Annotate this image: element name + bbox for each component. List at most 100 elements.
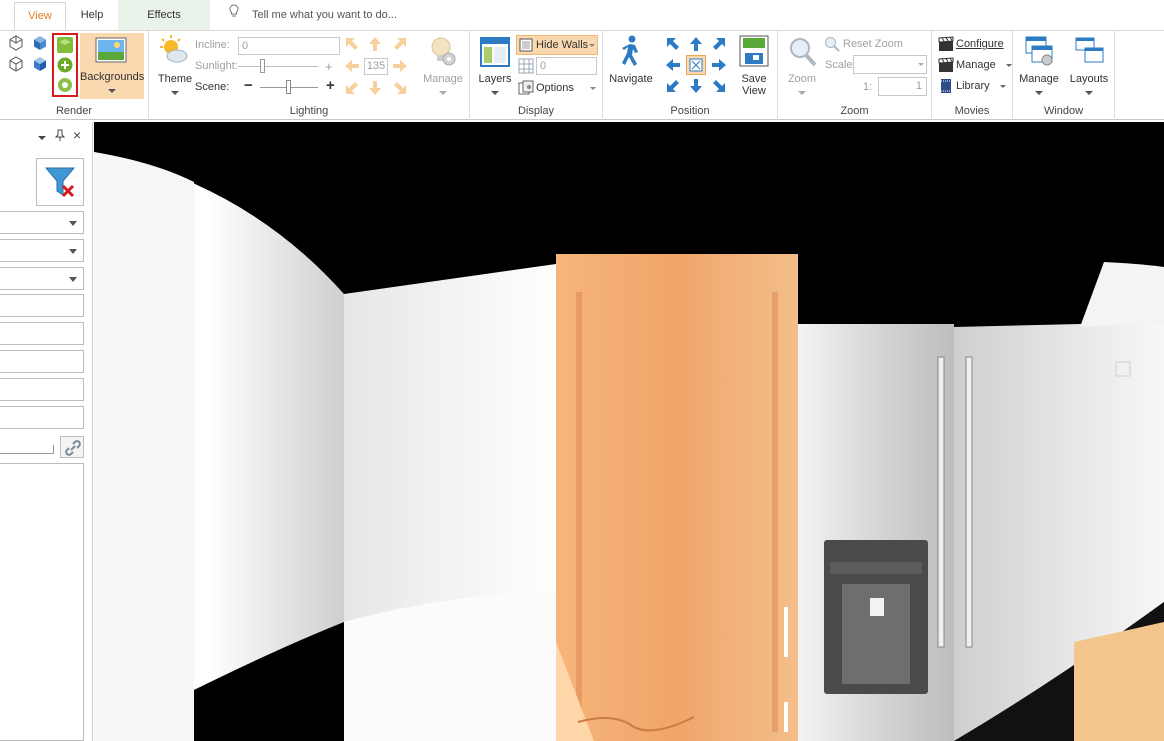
group-label-movies: Movies	[954, 105, 990, 117]
chevron-down-icon	[1085, 91, 1093, 95]
zoom-button[interactable]: Zoom	[782, 33, 822, 99]
arrow-up-icon[interactable]	[367, 36, 383, 55]
sunlight-slider-thumb[interactable]	[260, 59, 265, 73]
colored-cube-icon[interactable]	[32, 56, 48, 75]
arrow-southeast-icon[interactable]	[392, 80, 408, 99]
walking-person-icon	[619, 35, 645, 72]
group-label-display: Display	[517, 105, 555, 117]
pan-left-icon[interactable]	[665, 57, 681, 76]
arrow-right-icon[interactable]	[392, 58, 408, 77]
theme-button[interactable]: Theme	[153, 33, 193, 99]
backgrounds-button[interactable]: Backgrounds	[80, 33, 144, 99]
panel-field-4[interactable]	[0, 378, 84, 401]
pan-up-icon[interactable]	[688, 36, 704, 55]
scale-select[interactable]	[853, 55, 927, 74]
sunlight-label: Sunlight:	[195, 60, 238, 72]
ratio-input[interactable]: 1	[878, 77, 927, 96]
hide-walls-button[interactable]: Hide Walls	[516, 35, 598, 55]
panel-slider[interactable]	[0, 445, 54, 454]
pan-down-icon[interactable]	[688, 78, 704, 97]
clapperboard-icon	[938, 57, 954, 76]
tab-view[interactable]: View	[14, 2, 66, 30]
group-render: Backgrounds Render	[0, 31, 149, 120]
library-button[interactable]: Library	[938, 78, 1012, 95]
tab-help[interactable]: Help	[70, 2, 114, 30]
pan-southwest-icon[interactable]	[665, 78, 681, 97]
window-manage-button[interactable]: Manage	[1017, 33, 1061, 99]
arrow-northeast-icon[interactable]	[392, 36, 408, 55]
movies-manage-button[interactable]: Manage	[938, 57, 1012, 74]
panel-list[interactable]	[0, 463, 84, 741]
group-label-window: Window	[1043, 105, 1084, 117]
grid-spacing-input[interactable]: 0	[536, 57, 597, 75]
panel-dropdown-1[interactable]	[0, 211, 84, 234]
layers-button[interactable]: Layers	[476, 33, 514, 99]
lightbulb-icon	[228, 0, 242, 30]
group-display: Layers Hide Walls 0 Options Display	[470, 31, 603, 120]
panel-field-5[interactable]	[0, 406, 84, 429]
pan-northwest-icon[interactable]	[665, 36, 681, 55]
window-manage-label: Manage	[1019, 73, 1059, 85]
options-button[interactable]: Options	[516, 78, 598, 98]
configure-label: Configure	[956, 38, 1004, 50]
save-view-button[interactable]: Save View	[733, 33, 775, 99]
navigate-button[interactable]: Navigate	[607, 33, 655, 99]
lighting-manage-button[interactable]: Manage	[419, 33, 467, 99]
arrow-left-icon[interactable]	[344, 58, 360, 77]
render-settings-icon[interactable]	[56, 76, 74, 97]
panel-menu-icon[interactable]	[38, 136, 46, 140]
link-button[interactable]	[60, 436, 84, 458]
scene-slider-thumb[interactable]	[286, 80, 291, 94]
arrow-northwest-icon[interactable]	[344, 36, 360, 55]
pan-southeast-icon[interactable]	[711, 78, 727, 97]
shaded-cube-icon[interactable]	[32, 35, 48, 54]
film-library-icon	[938, 78, 954, 97]
panel-dropdown-2[interactable]	[0, 239, 84, 262]
group-position: Navigate Save View Position	[603, 31, 778, 120]
tell-me-text: Tell me what you want to do...	[252, 9, 397, 21]
arrow-southwest-icon[interactable]	[344, 80, 360, 99]
chevron-down-icon	[589, 44, 595, 47]
configure-button[interactable]: Configure	[938, 36, 1012, 53]
chevron-down-icon	[439, 91, 447, 95]
tell-me-search[interactable]: Tell me what you want to do...	[228, 0, 397, 30]
arrow-down-icon[interactable]	[367, 80, 383, 99]
clear-filter-button[interactable]	[36, 158, 84, 206]
realistic-render-icon[interactable]	[56, 36, 74, 57]
panel-field-2[interactable]	[0, 322, 84, 345]
layers-label: Layers	[478, 73, 512, 85]
panel-field-3[interactable]	[0, 350, 84, 373]
incline-input[interactable]: 0	[238, 37, 340, 55]
add-render-icon[interactable]	[56, 56, 74, 77]
group-label-render: Render	[55, 105, 93, 117]
ribbon-tab-bar: View Help Effects Tell me what you want …	[0, 0, 1164, 30]
sunlight-value-input[interactable]: 135	[364, 58, 388, 75]
reset-zoom-button[interactable]: Reset Zoom	[824, 36, 929, 52]
layouts-button[interactable]: Layouts	[1065, 33, 1113, 99]
reset-zoom-icon	[824, 36, 840, 55]
pan-right-icon[interactable]	[711, 57, 727, 76]
scene-plus[interactable]: +	[326, 77, 335, 94]
tab-effects[interactable]: Effects	[118, 0, 210, 30]
incline-label: Incline:	[195, 39, 230, 51]
3d-render-viewport[interactable]	[94, 122, 1164, 741]
pan-northeast-icon[interactable]	[711, 36, 727, 55]
center-view-icon[interactable]	[686, 55, 706, 75]
magnifier-icon	[788, 36, 818, 71]
close-panel-icon[interactable]: ×	[73, 127, 81, 143]
sunlight-plus[interactable]: +	[325, 59, 333, 74]
chevron-down-icon	[590, 87, 596, 90]
panel-dropdown-3[interactable]	[0, 267, 84, 290]
panel-field-1[interactable]	[0, 294, 84, 317]
backgrounds-label: Backgrounds	[80, 71, 145, 83]
chevron-down-icon	[1035, 91, 1043, 95]
sunlight-slider[interactable]	[238, 66, 318, 67]
group-label-zoom: Zoom	[840, 105, 869, 117]
chevron-down-icon	[918, 63, 924, 66]
layouts-icon	[1075, 36, 1105, 71]
pin-icon[interactable]	[54, 129, 66, 144]
wireframe-cube-icon[interactable]	[8, 35, 24, 54]
grid-icon[interactable]	[518, 58, 534, 77]
scene-minus[interactable]: −	[244, 77, 253, 94]
hidden-line-cube-icon[interactable]	[8, 56, 24, 75]
